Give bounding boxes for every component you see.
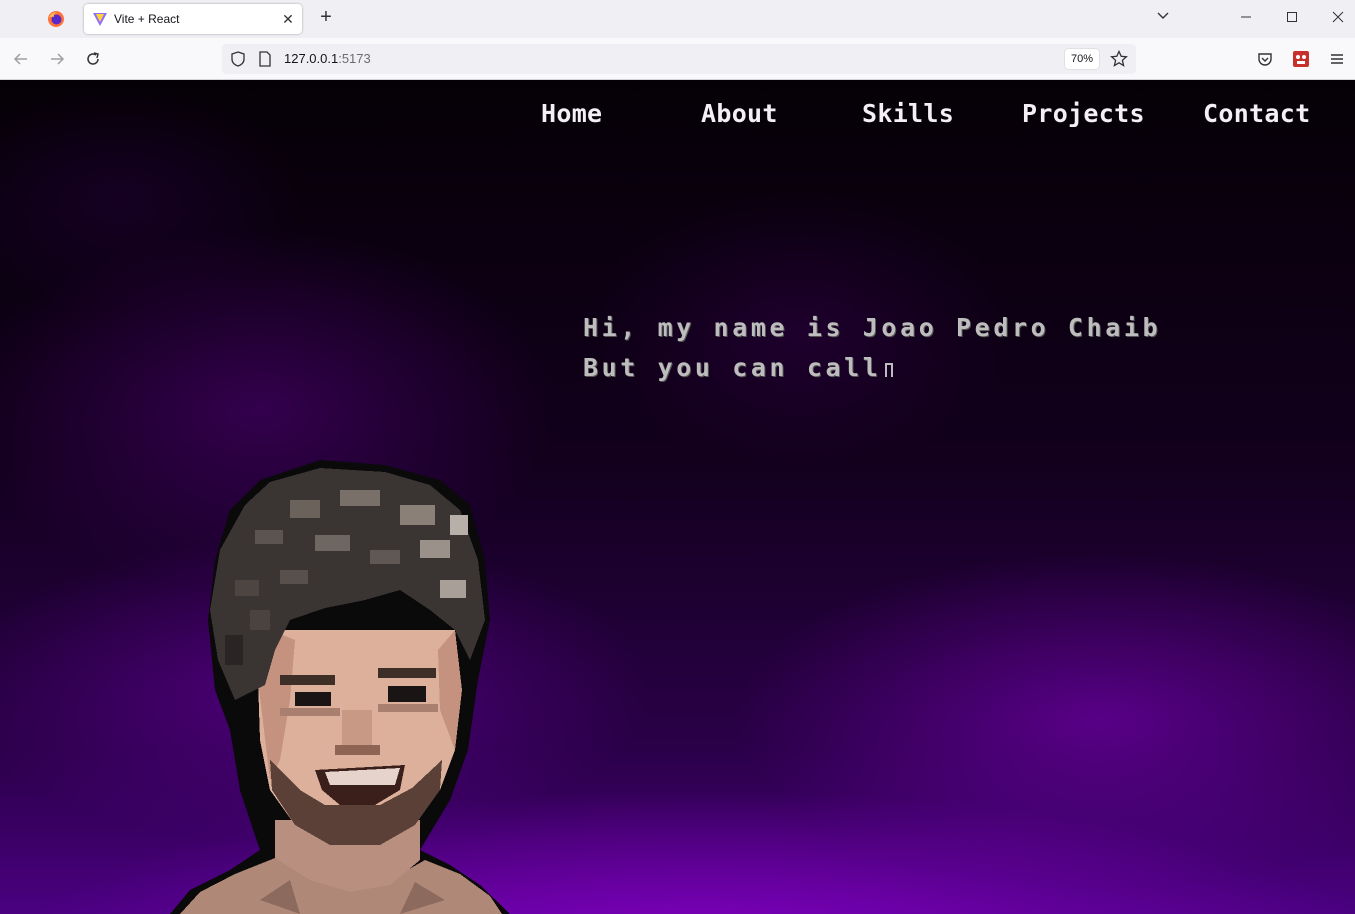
back-icon[interactable] — [10, 48, 32, 70]
typing-cursor — [885, 363, 894, 377]
firefox-view-button[interactable] — [40, 6, 72, 32]
browser-tab[interactable]: Vite + React ✕ — [84, 4, 302, 34]
intro-line-2: But you can call — [583, 353, 882, 382]
intro-line-2-wrap: But you can call — [583, 348, 1161, 388]
close-window-icon[interactable] — [1327, 8, 1349, 28]
browser-tab-bar: Vite + React ✕ + — [0, 0, 1355, 38]
portfolio-page: Home About Skills Projects Contact Hi, m… — [0, 80, 1355, 914]
url-bar[interactable]: 127.0.0.1:5173 70% — [222, 44, 1136, 74]
list-all-tabs-icon[interactable] — [1152, 8, 1174, 28]
nav-projects[interactable]: Projects — [1022, 99, 1145, 128]
nav-home[interactable]: Home — [541, 99, 602, 128]
bookmark-star-icon[interactable] — [1110, 50, 1128, 68]
hero-intro: Hi, my name is Joao Pedro Chaib But you … — [583, 308, 1161, 388]
tab-close-icon[interactable]: ✕ — [280, 11, 296, 27]
reload-icon[interactable] — [82, 48, 104, 70]
url-port: :5173 — [338, 51, 371, 66]
nav-skills[interactable]: Skills — [862, 99, 954, 128]
maximize-icon[interactable] — [1281, 8, 1303, 28]
shield-icon[interactable] — [230, 51, 246, 67]
minimize-icon[interactable] — [1235, 8, 1257, 28]
pocket-icon[interactable] — [1254, 48, 1276, 70]
firefox-icon — [48, 11, 64, 27]
menu-hamburger-icon[interactable] — [1326, 48, 1348, 70]
pixel-avatar-portrait — [170, 460, 510, 914]
browser-nav-bar: 127.0.0.1:5173 70% — [0, 38, 1355, 80]
intro-line-1: Hi, my name is Joao Pedro Chaib — [583, 313, 1162, 342]
site-navigation: Home About Skills Projects Contact — [0, 99, 1355, 139]
vite-logo-icon — [93, 13, 107, 26]
nav-about[interactable]: About — [701, 99, 778, 128]
zoom-level-badge[interactable]: 70% — [1065, 49, 1099, 69]
forward-icon[interactable] — [46, 48, 68, 70]
url-text[interactable]: 127.0.0.1:5173 — [284, 51, 371, 66]
tab-title: Vite + React — [114, 12, 180, 26]
new-tab-button[interactable]: + — [316, 7, 336, 28]
nav-contact[interactable]: Contact — [1203, 99, 1310, 128]
url-host: 127.0.0.1 — [284, 51, 339, 66]
page-icon[interactable] — [258, 51, 272, 67]
extension-icon[interactable] — [1290, 48, 1312, 70]
